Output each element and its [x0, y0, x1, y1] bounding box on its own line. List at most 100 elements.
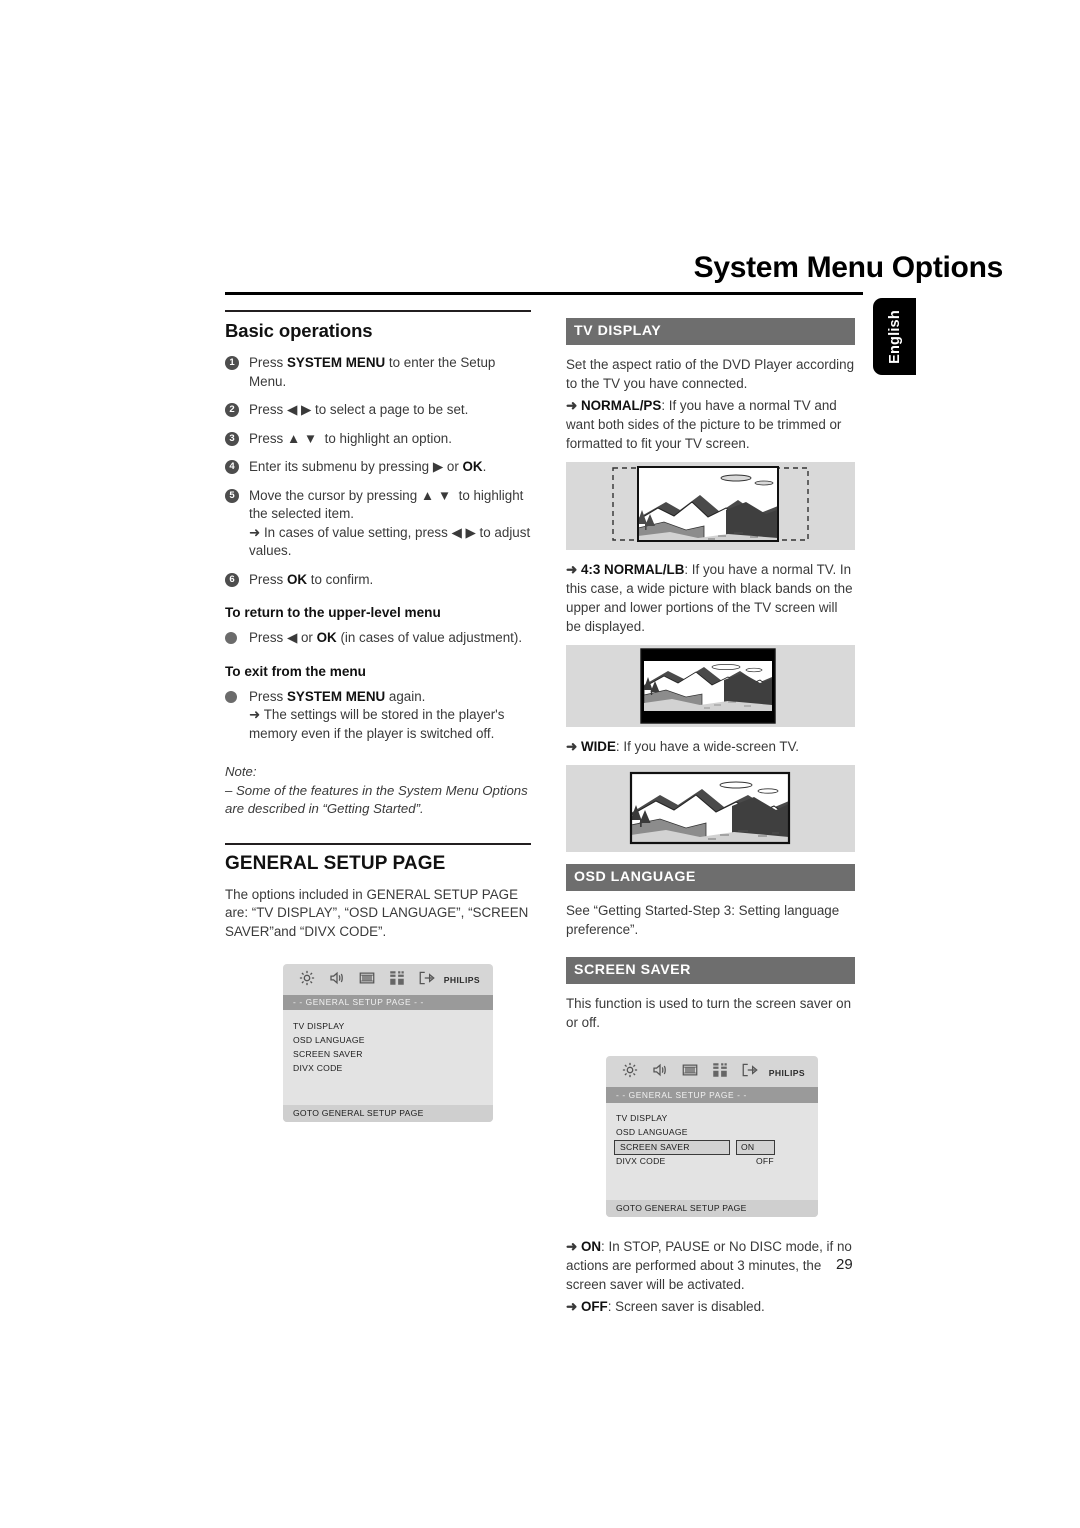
general-setup-body: The options included in GENERAL SETUP PA…: [225, 886, 529, 940]
language-tab-label: English: [886, 309, 903, 364]
illustration-panscan: [566, 462, 855, 550]
step-number: 2: [225, 403, 239, 417]
screen-saver-off-paragraph: ➜ OFF: Screen saver is disabled.: [566, 1297, 855, 1316]
illustration-letterbox: [566, 645, 855, 727]
right-arrow-icon: ▶: [432, 459, 444, 474]
up-down-arrow-icon: ▲ ▼: [286, 430, 318, 446]
osd-item-tv-display[interactable]: TV DISPLAY: [283, 1019, 493, 1033]
step-number: 6: [225, 572, 239, 587]
step-5-substep: ➜ In cases of value setting, press ◀ ▶ t…: [249, 524, 531, 559]
step-4: 4 Enter its submenu by pressing ▶ or OK.: [225, 458, 533, 477]
osd-title-bar: - - GENERAL SETUP PAGE - -: [283, 994, 493, 1011]
osd-value-on[interactable]: ON: [736, 1139, 776, 1155]
osd-language-body: See “Getting Started-Step 3: Setting lan…: [566, 903, 840, 937]
bullet-icon: [225, 690, 237, 703]
osd-item-screen-saver-selected[interactable]: SCREEN SAVER: [614, 1139, 730, 1155]
osd-item-divx-code[interactable]: DIVX CODE: [283, 1061, 493, 1075]
language-tab: English: [873, 298, 916, 375]
arrow-icon: ➜: [566, 562, 581, 577]
osd-title-bar: - - GENERAL SETUP PAGE - -: [606, 1087, 818, 1103]
title-rule: [225, 292, 863, 295]
screen-saver-off-text: : Screen saver is disabled.: [607, 1298, 765, 1314]
up-down-arrow-icon: ▲ ▼: [420, 487, 452, 503]
philips-logo: PHILIPS: [443, 975, 480, 986]
screen-saver-off-label: OFF: [580, 1298, 608, 1314]
step-number: 5: [225, 488, 239, 503]
return-upper-level-heading: To return to the upper-level menu: [225, 605, 441, 620]
general-setup-rule: [225, 842, 531, 845]
step-1: 1 Press SYSTEM MENU to enter the Setup M…: [225, 354, 533, 391]
step-5: 5 Move the cursor by pressing ▲ ▼ to hig…: [225, 487, 533, 561]
normal-lb-label: 4:3 NORMAL/LB: [580, 562, 685, 577]
step-6: 6 Press OK to confirm.: [225, 571, 533, 590]
exit-arrow-icon: [735, 1061, 765, 1084]
bullet-icon: [225, 632, 237, 644]
osd-item-osd-language[interactable]: OSD LANGUAGE: [283, 1033, 493, 1047]
basic-operations-rule: [225, 310, 531, 312]
osd-footer: GOTO GENERAL SETUP PAGE: [606, 1199, 818, 1217]
step-number: 4: [225, 460, 239, 474]
osd-item-divx-code[interactable]: DIVX CODE: [606, 1155, 745, 1169]
arrow-icon: ➜: [566, 1298, 581, 1314]
osd-footer: GOTO GENERAL SETUP PAGE: [283, 1105, 493, 1123]
screen-saver-bar: SCREEN SAVER: [566, 957, 855, 984]
left-column: Basic operations 1 Press SYSTEM MENU to …: [225, 310, 533, 1123]
osd-body: TV DISPLAY OSD LANGUAGE SCREEN SAVER ON …: [606, 1102, 818, 1200]
note-label: Note:: [225, 764, 257, 779]
page-number: 29: [836, 1256, 853, 1273]
tv-display-bar: TV DISPLAY: [566, 318, 855, 345]
normal-ps-label: NORMAL/PS: [580, 398, 662, 413]
general-setup-heading: GENERAL SETUP PAGE: [225, 852, 446, 874]
arrow-icon: ➜: [566, 398, 581, 413]
step-number: 3: [225, 431, 239, 446]
exit-menu-substep: ➜ The settings will be stored in the pla…: [249, 707, 505, 741]
speaker-icon: [322, 969, 352, 992]
wide-text: : If you have a wide-screen TV.: [615, 739, 800, 754]
illustration-widescreen: [566, 765, 855, 852]
osd-language-bar: OSD LANGUAGE: [566, 864, 855, 891]
exit-menu-heading: To exit from the menu: [225, 663, 366, 679]
step-3: 3 Press ▲ ▼ to highlight an option.: [225, 430, 533, 449]
osd-row-divx-code: DIVX CODE OFF: [606, 1155, 818, 1169]
preference-grid-icon: [705, 1061, 735, 1084]
osd-item-osd-language[interactable]: OSD LANGUAGE: [606, 1126, 818, 1140]
wide-paragraph: ➜ WIDE: If you have a wide-screen TV.: [566, 737, 855, 756]
left-right-arrow-icon: ◀ ▶: [286, 402, 312, 417]
page-title: System Menu Options: [693, 251, 1004, 284]
return-upper-level-bullet: Press ◀ or OK (in cases of value adjustm…: [225, 629, 533, 648]
screen-saver-on-paragraph: ➜ ON: In STOP, PAUSE or No DISC mode, if…: [566, 1237, 855, 1294]
gear-icon: [292, 969, 322, 992]
osd-item-screen-saver[interactable]: SCREEN SAVER: [283, 1047, 493, 1061]
screen-saver-body: This function is used to turn the screen…: [566, 996, 852, 1030]
step-number: 1: [225, 356, 239, 370]
wide-label: WIDE: [580, 739, 616, 754]
screen-saver-on-text: : In STOP, PAUSE or No DISC mode, if no …: [566, 1238, 852, 1292]
speaker-icon: [645, 1061, 675, 1084]
osd-row-screen-saver: SCREEN SAVER ON: [606, 1139, 818, 1155]
osd-screenshot-screen-saver: PHILIPS - - GENERAL SETUP PAGE - - TV DI…: [606, 1056, 818, 1217]
osd-icon-bar: PHILIPS: [283, 964, 493, 995]
osd-body: TV DISPLAY OSD LANGUAGE SCREEN SAVER DIV…: [283, 1010, 493, 1106]
document-page: System Menu Options English Basic operat…: [0, 0, 1080, 1528]
screen-saver-on-label: ON: [580, 1238, 602, 1254]
normal-ps-paragraph: ➜ NORMAL/PS: If you have a normal TV and…: [566, 396, 855, 453]
exit-arrow-icon: [412, 969, 442, 992]
gear-icon: [615, 1061, 645, 1084]
right-column: TV DISPLAY Set the aspect ratio of the D…: [566, 318, 855, 1319]
basic-operations-heading: Basic operations: [225, 320, 373, 341]
video-icon: [352, 969, 382, 992]
note-block: Note: – Some of the features in the Syst…: [225, 763, 533, 819]
video-icon: [675, 1061, 705, 1084]
normal-lb-paragraph: ➜ 4:3 NORMAL/LB: If you have a normal TV…: [566, 560, 855, 636]
step-2: 2 Press ◀ ▶ to select a page to be set.: [225, 401, 533, 420]
osd-value-off[interactable]: OFF: [751, 1155, 774, 1169]
arrow-icon: ➜: [566, 739, 581, 754]
osd-icon-bar: PHILIPS: [606, 1056, 818, 1087]
osd-screenshot-general-setup: PHILIPS - - GENERAL SETUP PAGE - - TV DI…: [283, 963, 493, 1123]
exit-menu-bullet: Press SYSTEM MENU again. ➜ The settings …: [225, 688, 533, 744]
philips-logo: PHILIPS: [768, 1067, 805, 1078]
osd-item-tv-display[interactable]: TV DISPLAY: [606, 1112, 818, 1126]
left-arrow-icon: ◀: [286, 630, 298, 645]
arrow-icon: ➜: [566, 1238, 581, 1254]
tv-display-intro: Set the aspect ratio of the DVD Player a…: [566, 357, 855, 391]
